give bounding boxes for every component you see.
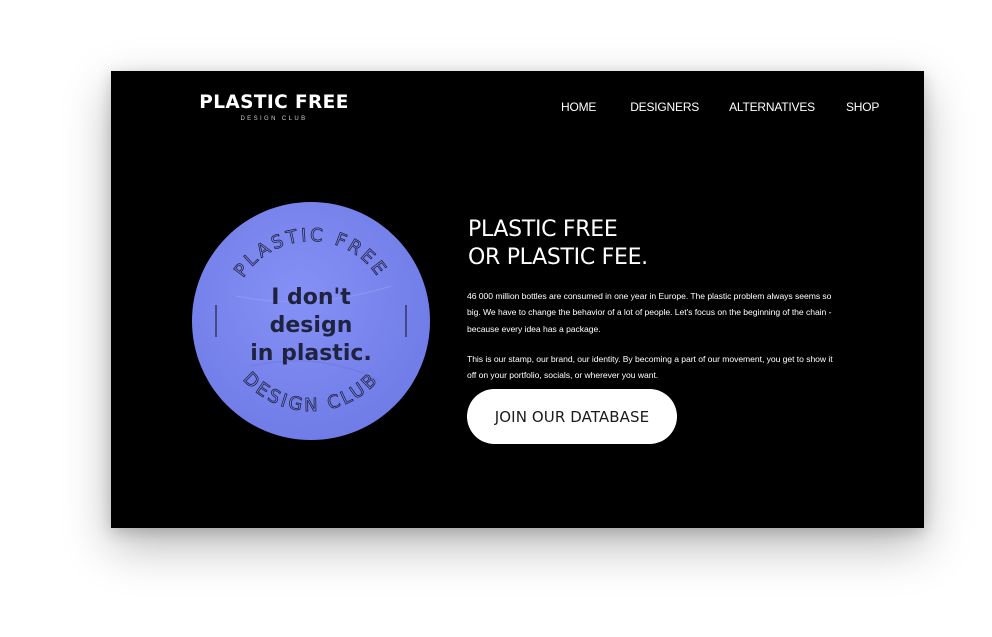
hero-paragraph-1: 46 000 million bottles are consumed in o…	[467, 290, 832, 334]
nav-shop[interactable]: SHOP	[846, 100, 879, 114]
nav-home[interactable]: HOME	[561, 100, 596, 114]
join-database-button[interactable]: JOIN OUR DATABASE	[467, 389, 677, 444]
main-nav: HOME DESIGNERS ALTERNATIVES SHOP	[561, 100, 879, 114]
hero-headline: PLASTIC FREE OR PLASTIC FEE.	[468, 216, 648, 272]
stamp-badge: PLASTIC FREE DESIGN CLUB I don't design …	[192, 202, 430, 440]
nav-designers[interactable]: DESIGNERS	[630, 100, 699, 114]
logo-tagline: DESIGN CLUB	[240, 116, 308, 122]
headline-line-1: PLASTIC FREE	[468, 216, 618, 242]
headline-line-2: OR PLASTIC FEE.	[468, 244, 648, 270]
stamp-line-1: I don't	[271, 285, 351, 310]
stamp-line-2: design	[270, 313, 353, 338]
stamp-line-3: in plastic.	[250, 341, 372, 366]
logo-title: PLASTIC FREE	[199, 92, 349, 113]
hero-paragraph-2: This is our stamp, our brand, our identi…	[467, 353, 833, 381]
nav-alternatives[interactable]: ALTERNATIVES	[729, 100, 815, 114]
logo[interactable]: PLASTIC FREE DESIGN CLUB	[193, 92, 355, 122]
website-frame: PLASTIC FREE DESIGN CLUB HOME DESIGNERS …	[111, 71, 924, 528]
